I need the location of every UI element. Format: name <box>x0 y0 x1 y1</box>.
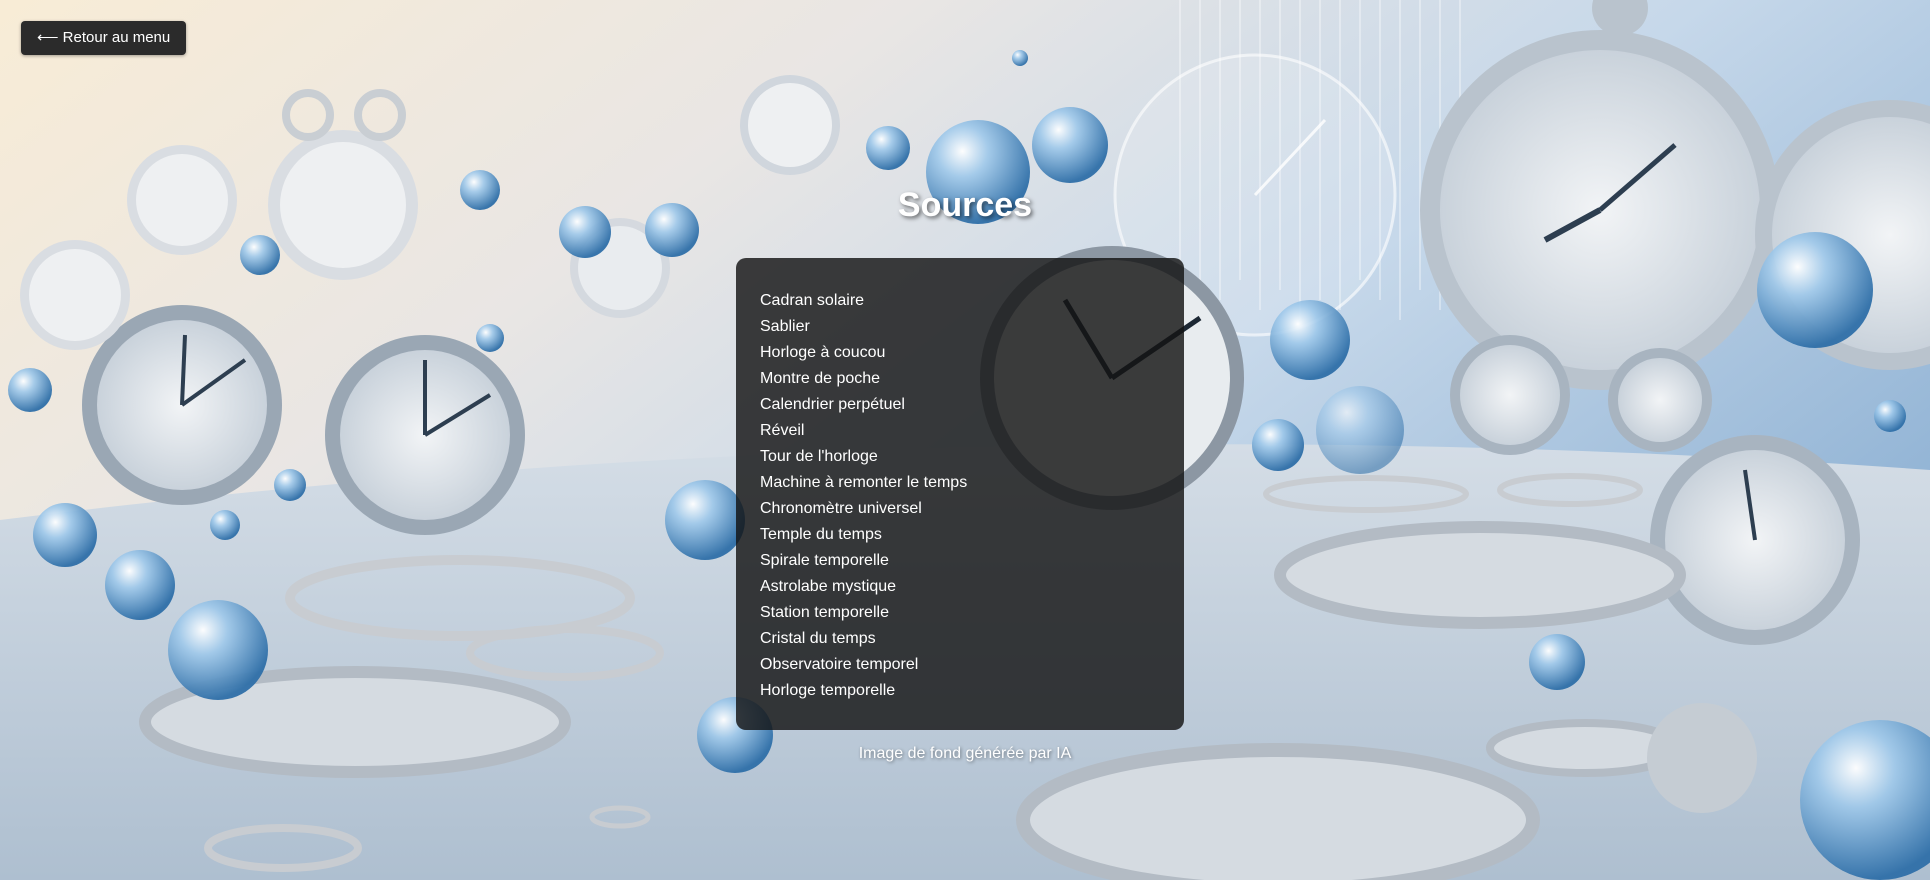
list-item: Horloge à coucou <box>760 344 886 361</box>
back-to-menu-button[interactable]: ⟵ Retour au menu <box>21 21 187 55</box>
page-title: Sources <box>897 186 1033 224</box>
list-item: Tour de l'horloge <box>760 448 878 465</box>
list-item: Cristal du temps <box>760 630 876 647</box>
list-item: Réveil <box>760 422 805 439</box>
list-item: Horloge temporelle <box>760 682 896 699</box>
list-item: Station temporelle <box>760 604 889 621</box>
list-item: Calendrier perpétuel <box>760 396 905 413</box>
sources-list: Cadran solaire Sablier Horloge à coucou … <box>760 288 1160 704</box>
list-item: Temple du temps <box>760 526 882 543</box>
list-item: Montre de poche <box>760 370 881 387</box>
image-credit: Image de fond générée par IA <box>858 745 1072 762</box>
sources-panel: Cadran solaire Sablier Horloge à coucou … <box>736 258 1184 730</box>
list-item: Spirale temporelle <box>760 552 889 569</box>
page: ⟵ Retour au menu Sources Cadran solaire … <box>0 0 1930 880</box>
list-item: Observatoire temporel <box>760 656 919 673</box>
list-item: Cadran solaire <box>760 292 865 309</box>
list-item: Astrolabe mystique <box>760 578 897 595</box>
list-item: Chronomètre universel <box>760 500 922 517</box>
list-item: Sablier <box>760 318 810 335</box>
list-item: Machine à remonter le temps <box>760 474 968 491</box>
